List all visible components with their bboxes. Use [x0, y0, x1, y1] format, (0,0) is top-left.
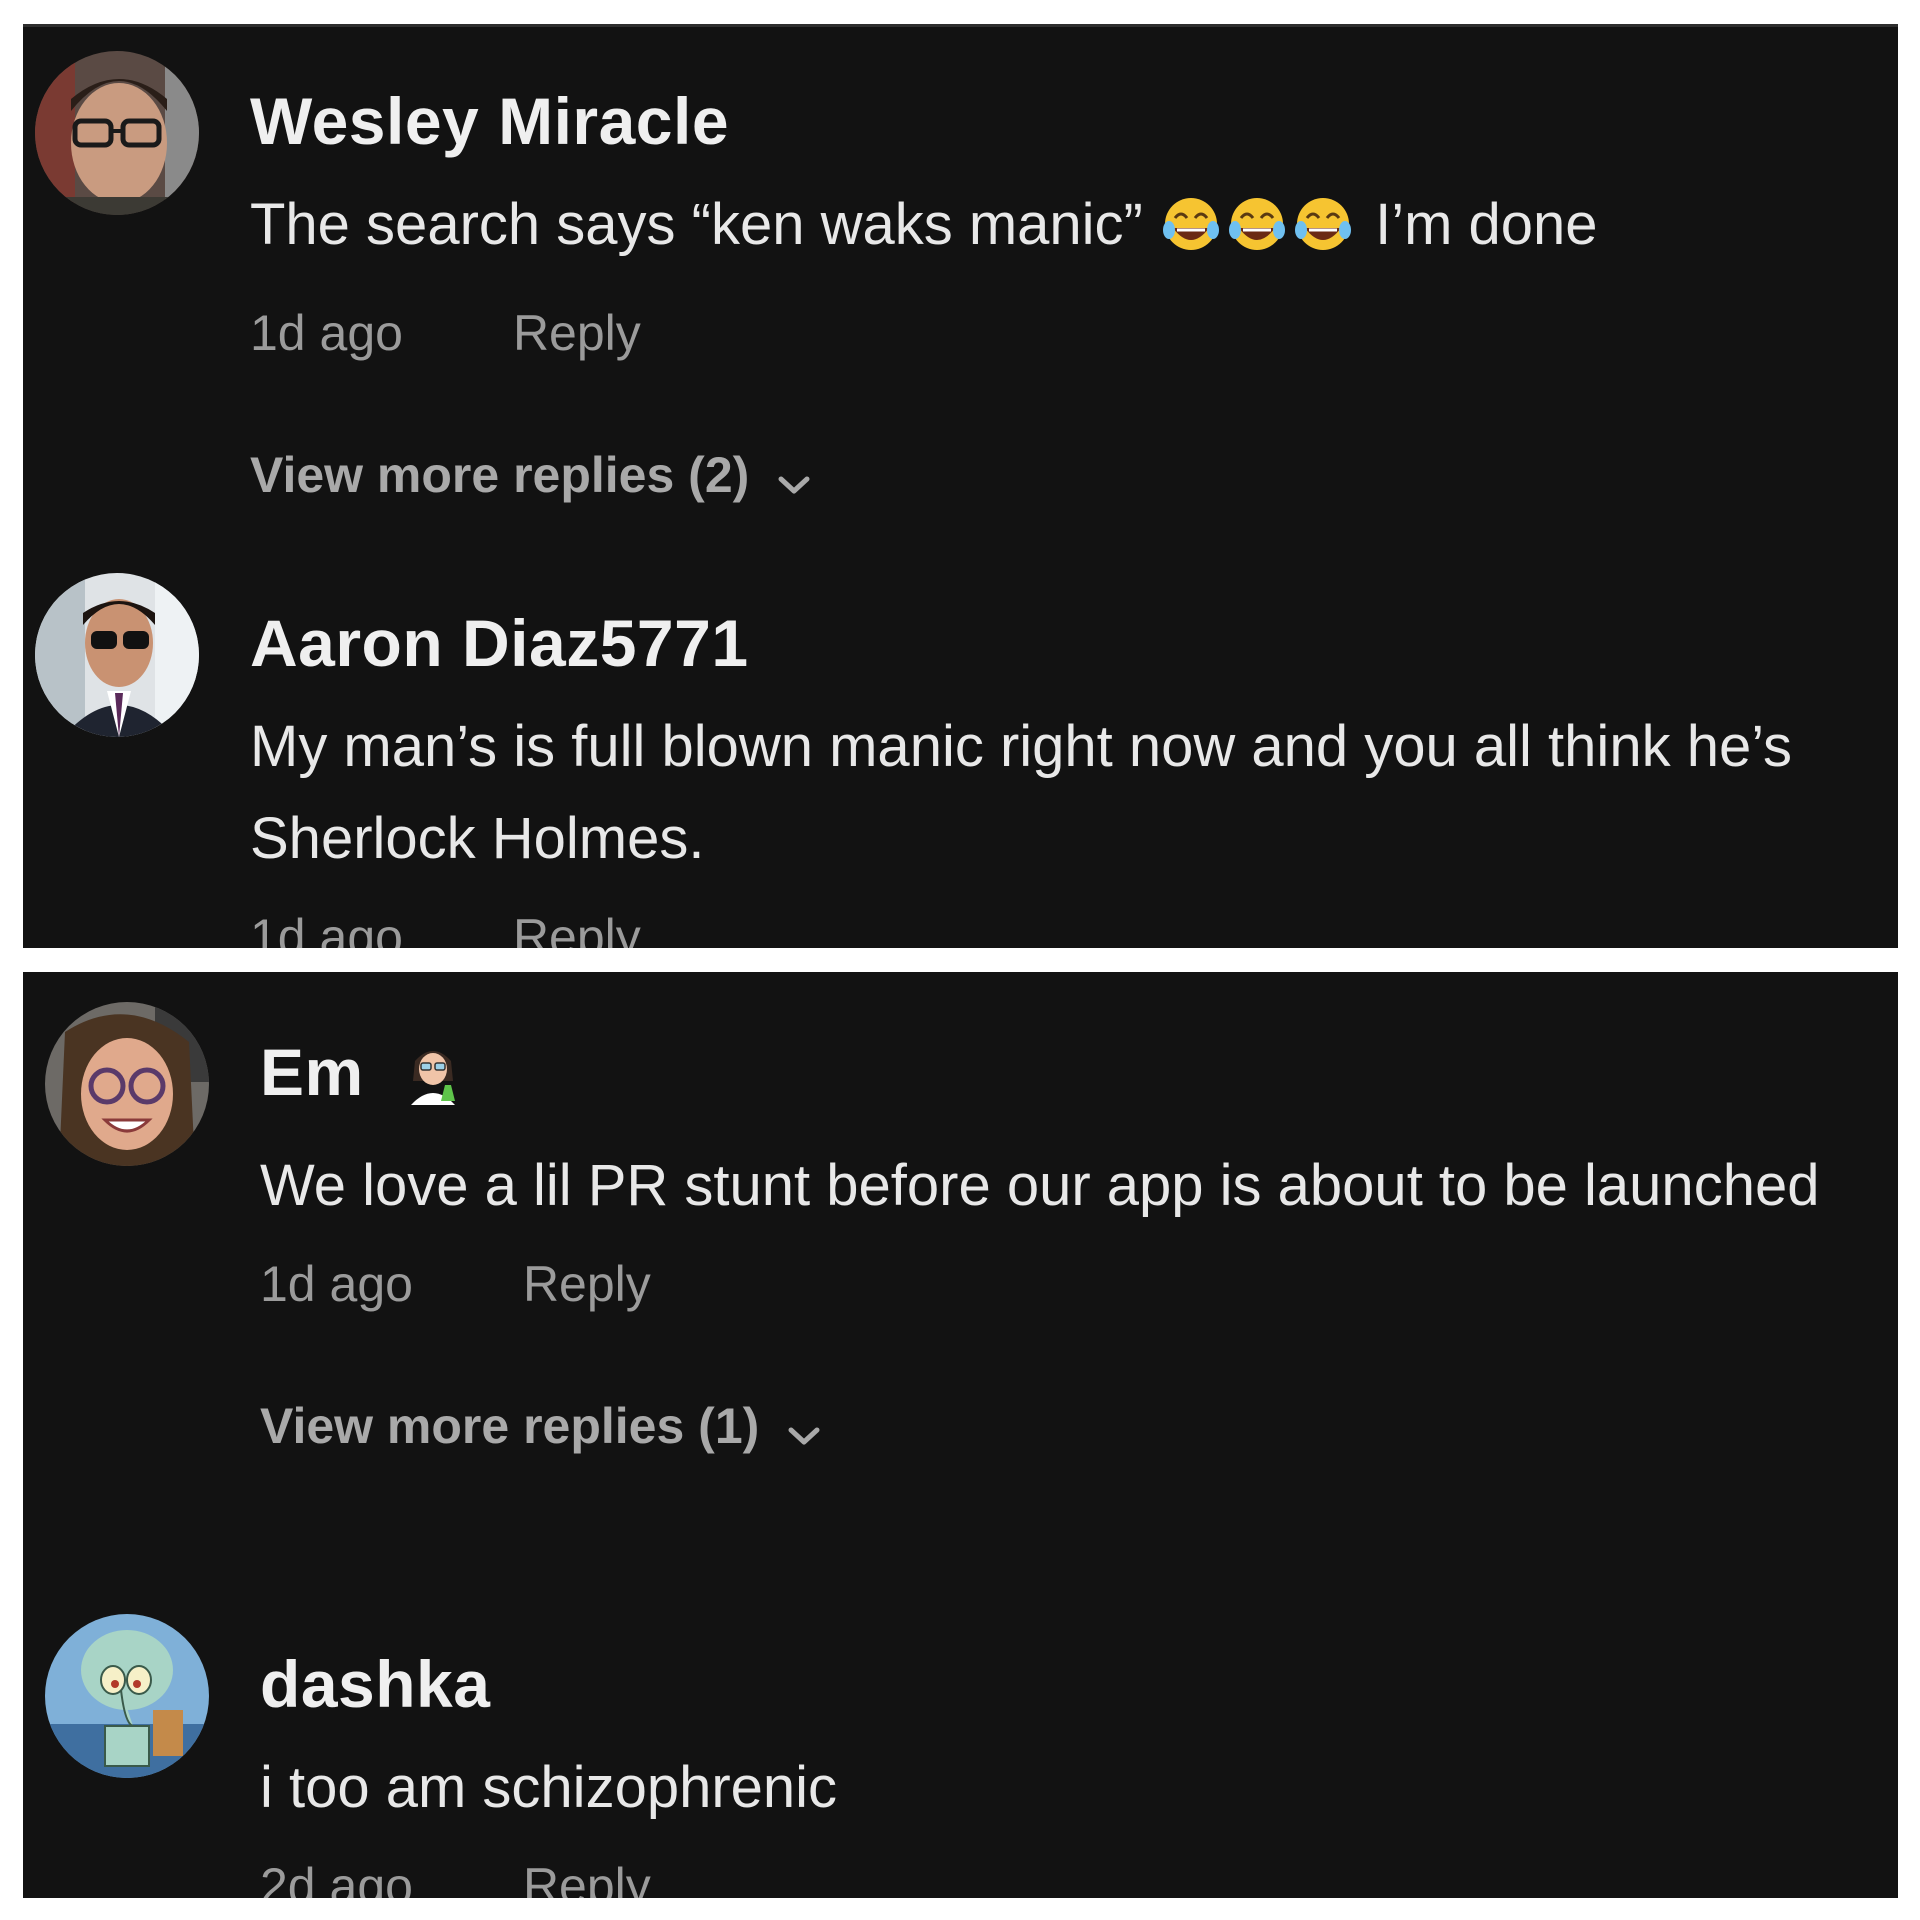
screenshot-collage: Wesley Miracle The search says “ken waks… [0, 0, 1920, 1920]
comment-meta: 1d ago Reply [250, 303, 1858, 363]
view-more-replies-label: View more replies (1) [260, 1398, 760, 1454]
chevron-down-icon [777, 449, 811, 509]
username-text: Em [260, 1035, 364, 1109]
reply-button[interactable]: Reply [513, 909, 641, 948]
reply-button[interactable]: Reply [513, 305, 641, 361]
avatar[interactable] [35, 573, 199, 737]
avatar[interactable] [45, 1614, 209, 1778]
comment-text: My man’s is full blown manic right now a… [250, 714, 1793, 871]
comment-text: We love a lil PR stunt before our app is… [260, 1153, 1820, 1218]
timestamp: 1d ago [260, 1256, 413, 1312]
username[interactable]: Wesley Miracle [250, 81, 1858, 161]
comment-text: i too am schizophrenic [260, 1755, 838, 1820]
comment-meta: 2d ago Reply [260, 1856, 1858, 1898]
reply-button[interactable]: Reply [523, 1858, 651, 1898]
timestamp: 1d ago [250, 909, 403, 948]
woman-scientist-icon [401, 1041, 465, 1122]
view-more-replies-button[interactable]: View more replies (2) [250, 445, 1858, 509]
comment-text-main: The search says “ken waks manic” [250, 192, 1143, 257]
comment-meta: 1d ago Reply [250, 907, 1858, 948]
comment-body: Wesley Miracle The search says “ken waks… [250, 81, 1858, 509]
timestamp: 2d ago [260, 1858, 413, 1898]
comment-text-tail: I’m done [1375, 192, 1598, 257]
comment-body: dashka i too am schizophrenic 2d ago Repl… [260, 1644, 1858, 1898]
avatar[interactable] [35, 51, 199, 215]
username[interactable]: Aaron Diaz5771 [250, 603, 1858, 683]
comment-text: The search says “ken waks manic” I’m don… [250, 179, 1858, 281]
comment-body: Aaron Diaz5771 My man’s is full blown ma… [250, 603, 1858, 948]
comments-panel-top: Wesley Miracle The search says “ken waks… [23, 24, 1898, 948]
view-more-replies-button[interactable]: View more replies (1) [260, 1396, 1858, 1460]
comment-meta: 1d ago Reply [260, 1254, 1858, 1314]
reply-button[interactable]: Reply [523, 1256, 651, 1312]
username[interactable]: Em [260, 1032, 1858, 1122]
comment-body: Em We love a lil PR stunt before our app… [260, 1032, 1858, 1460]
view-more-replies-label: View more replies (2) [250, 447, 750, 503]
face-with-tears-of-joy-icon [1159, 189, 1359, 281]
comments-panel-bottom: Em We love a lil PR stunt before our app… [23, 972, 1898, 1898]
chevron-down-icon [787, 1400, 821, 1460]
timestamp: 1d ago [250, 305, 403, 361]
username[interactable]: dashka [260, 1644, 1858, 1724]
avatar[interactable] [45, 1002, 209, 1166]
